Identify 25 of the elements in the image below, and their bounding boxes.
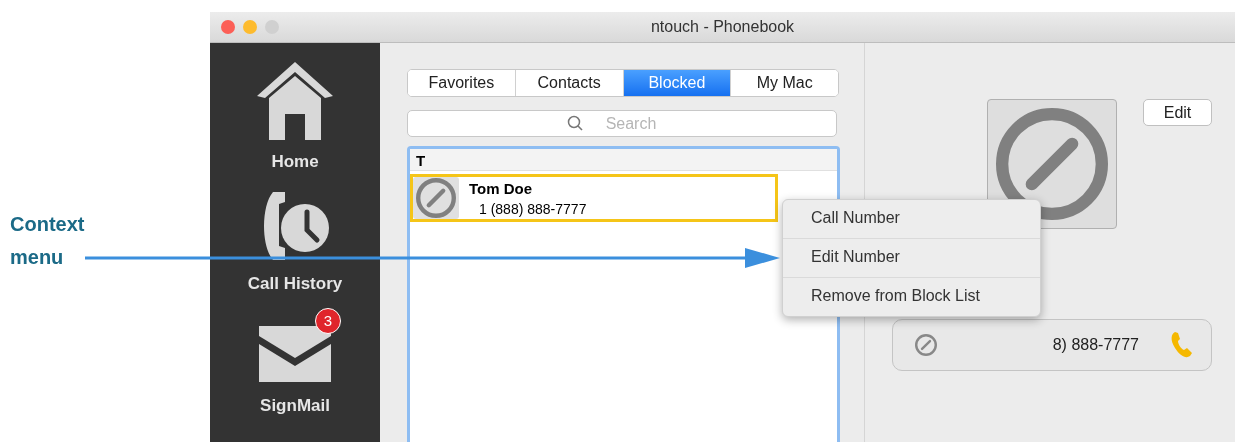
window-title: ntouch - Phonebook xyxy=(649,18,796,36)
blocked-icon xyxy=(915,334,937,356)
menu-item[interactable]: Edit Number xyxy=(783,239,1040,278)
nav-item[interactable]: Call History xyxy=(247,274,343,294)
phone-icon xyxy=(1169,330,1195,360)
menu-item[interactable]: Remove from Block List xyxy=(783,278,1040,316)
menu-item[interactable]: Call Number xyxy=(783,200,1040,239)
tab[interactable]: Favorites xyxy=(408,70,516,96)
section-header: T xyxy=(410,149,837,171)
zoom-button[interactable] xyxy=(265,20,279,34)
nav-item[interactable]: Home xyxy=(271,152,319,172)
annotation-label: Context menu xyxy=(10,212,86,270)
contact-name: Tom Doe xyxy=(469,179,534,197)
count-badge: 3 xyxy=(315,308,341,334)
search-field[interactable]: Search xyxy=(407,110,837,137)
blocked-icon xyxy=(996,108,1108,220)
blocked-icon xyxy=(416,178,456,218)
edit-button[interactable]: Edit xyxy=(1143,99,1212,126)
nav-item[interactable]: SignMail xyxy=(260,396,330,416)
phone-number-bar[interactable]: 8) 888-7777 xyxy=(892,319,1212,371)
phone-number: 8) 888-7777 xyxy=(1051,336,1139,354)
contact-number: 1 (888) 888-7777 xyxy=(479,200,587,217)
minimize-button[interactable] xyxy=(243,20,257,34)
close-button[interactable] xyxy=(221,20,235,34)
contact-row[interactable]: Tom Doe 1 (888) 888-7777 xyxy=(410,174,778,222)
